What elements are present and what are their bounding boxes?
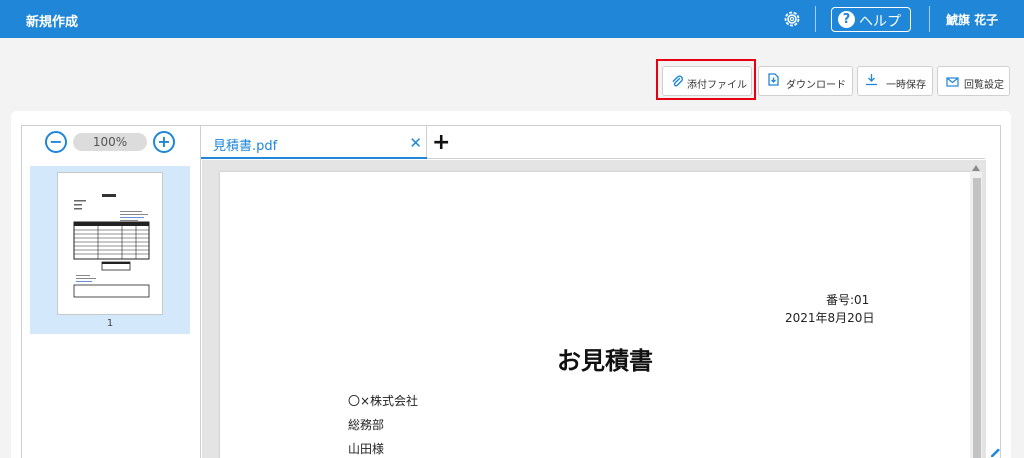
page-number: 1 <box>106 318 114 329</box>
download-label: ダウンロード <box>786 80 846 91</box>
user-name[interactable]: 鯱旗 花子 <box>946 11 998 28</box>
zoom-in-button[interactable]: + <box>153 131 175 153</box>
document-number: 番号:01 <box>826 293 870 307</box>
close-icon[interactable]: ✕ <box>409 134 422 152</box>
page-title: 新規作成 <box>26 15 79 30</box>
download-button[interactable]: ダウンロード <box>758 66 853 96</box>
help-button[interactable]: ? ヘルプ <box>831 7 911 32</box>
pencil-icon[interactable] <box>990 448 1002 458</box>
download-file-icon <box>768 73 779 86</box>
zoom-out-button[interactable]: − <box>45 131 67 153</box>
scroll-up-arrow-icon[interactable] <box>972 165 980 171</box>
column-divider <box>200 125 201 458</box>
temp-save-button[interactable]: 一時保存 <box>857 66 933 96</box>
temp-save-label: 一時保存 <box>886 80 926 91</box>
document-date: 2021年8月20日 <box>785 311 875 325</box>
gear-icon[interactable] <box>782 9 802 29</box>
thumbnail-preview <box>73 194 150 298</box>
highlight-box <box>656 59 756 100</box>
help-label: ヘルプ <box>859 14 901 30</box>
header-divider <box>815 6 816 32</box>
document-title: お見積書 <box>557 347 653 375</box>
tab-document[interactable]: 見積書.pdf ✕ <box>201 126 427 159</box>
circulation-settings-button[interactable]: 回覧設定 <box>937 66 1010 96</box>
mail-icon <box>946 77 959 87</box>
document-addressee: 山田様 <box>348 442 385 456</box>
header-divider <box>929 6 930 32</box>
tab-label: 見積書.pdf <box>213 139 278 154</box>
tabs-divider <box>427 158 985 159</box>
document-company: 〇×株式会社 <box>348 394 419 408</box>
app-header: 新規作成 ? ヘルプ 鯱旗 花子 <box>0 0 1024 38</box>
document-department: 総務部 <box>348 418 385 432</box>
help-icon: ? <box>838 11 855 28</box>
tab-active-indicator <box>201 157 427 159</box>
download-icon <box>866 74 877 86</box>
scrollbar-thumb[interactable] <box>973 178 981 458</box>
circulation-settings-label: 回覧設定 <box>964 80 1004 91</box>
page-thumbnail[interactable] <box>57 172 163 315</box>
zoom-level: 100% <box>73 133 147 151</box>
add-tab-button[interactable]: + <box>432 130 450 155</box>
